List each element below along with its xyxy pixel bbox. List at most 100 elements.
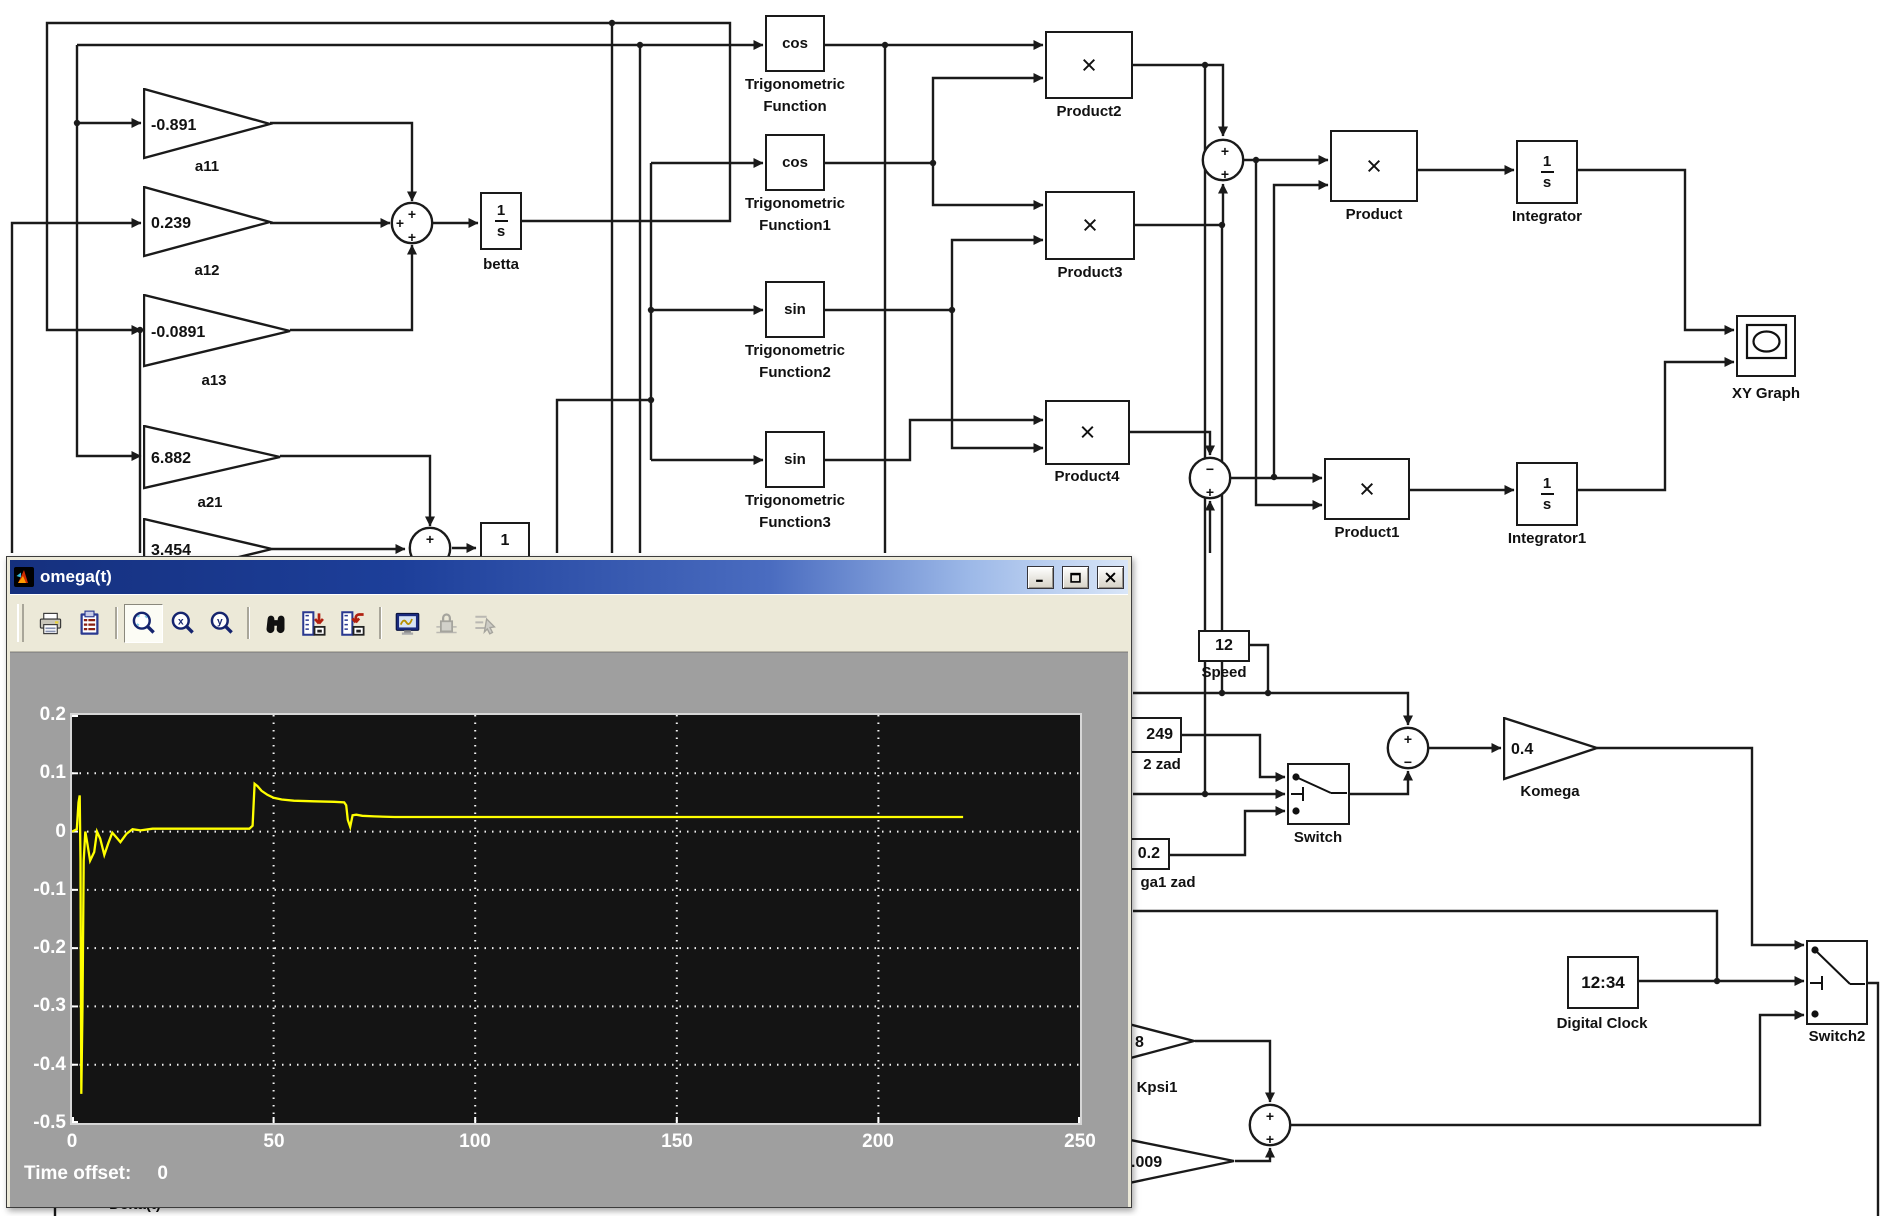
maximize-icon (1070, 572, 1081, 583)
parameters-button[interactable] (70, 604, 109, 643)
numerator: 1 (497, 203, 505, 219)
gain-a13-value: -0.0891 (151, 324, 205, 341)
trig-function1-label: Function1 (759, 217, 831, 234)
zoom-x-button[interactable]: x (163, 604, 202, 643)
minimize-button[interactable] (1027, 566, 1054, 589)
integrator1[interactable]: 1 s (1516, 462, 1578, 526)
switch-block[interactable] (1287, 763, 1350, 825)
gain-a13[interactable]: -0.0891 (143, 294, 293, 368)
lock-axes-button[interactable] (427, 604, 466, 643)
restore-axes-icon (340, 610, 367, 637)
gain-a12-label: a12 (194, 262, 219, 279)
matlab-icon (14, 567, 34, 587)
signal-selection-icon (472, 610, 499, 637)
scope-plot-canvas (72, 715, 1080, 1123)
clock-value: 12:34 (1581, 973, 1624, 993)
product2-block[interactable]: × (1045, 31, 1133, 99)
multiply-icon: × (1359, 474, 1375, 505)
constant-value: 12 (1215, 637, 1233, 655)
y-tick-label: 0 (14, 821, 66, 843)
print-icon (37, 610, 64, 637)
sum-a[interactable]: + + (1200, 137, 1246, 183)
multiply-icon: × (1080, 417, 1096, 448)
autoscale-button[interactable] (256, 604, 295, 643)
y-tick-label: 0.2 (14, 704, 66, 726)
trig-function2-block[interactable]: sin (765, 281, 825, 338)
zoom-y-button[interactable]: y (202, 604, 241, 643)
sum-sign: + (1266, 1131, 1274, 1147)
gain-kpsi1-value: 8 (1135, 1034, 1144, 1051)
fraction-bar (495, 220, 508, 222)
xy-graph-block[interactable] (1736, 315, 1796, 377)
gain-a12[interactable]: 0.239 (143, 186, 273, 258)
zoom-x-icon: x (169, 610, 196, 637)
print-button[interactable] (31, 604, 70, 643)
zoom-button[interactable] (124, 604, 163, 643)
floating-scope-button[interactable] (388, 604, 427, 643)
integrator1-label: Integrator1 (1508, 530, 1586, 547)
trig-function3-block[interactable]: sin (765, 431, 825, 488)
trig-function2-label: Trigonometric (745, 342, 845, 359)
xy-graph-label: XY Graph (1732, 385, 1800, 402)
fraction-bar (1541, 493, 1554, 495)
scope-titlebar[interactable]: omega(t) (10, 560, 1128, 594)
x-tick-label: 150 (647, 1131, 707, 1153)
gain-kpsi1-label: Kpsi1 (1137, 1079, 1178, 1096)
save-axes-button[interactable] (295, 604, 334, 643)
sum-sign: + (1266, 1108, 1274, 1124)
constant-one-block[interactable]: 1 (480, 522, 530, 560)
time-offset-label: Time offset: (24, 1163, 131, 1184)
trig-function-block[interactable]: cos (765, 15, 825, 72)
constant-speed-label: Speed (1201, 664, 1246, 681)
trig-op: cos (782, 154, 808, 171)
integrator-label: Integrator (1512, 208, 1582, 225)
sum-betta[interactable]: + + + (389, 200, 435, 246)
gain-009-value: .009 (1131, 1154, 1162, 1171)
gain-a11[interactable]: -0.891 (143, 88, 273, 160)
scope-client-area: 0.2 0.1 0 -0.1 -0.2 -0.3 -0.4 -0.5 0 50 … (10, 652, 1128, 1207)
product-block[interactable]: × (1330, 130, 1418, 202)
digital-clock-block[interactable]: 12:34 (1567, 956, 1639, 1009)
trig-function1-block[interactable]: cos (765, 134, 825, 191)
scope-window[interactable]: omega(t) (6, 556, 1132, 1208)
svg-text:x: x (178, 616, 184, 627)
trig-function-label: Function (763, 98, 826, 115)
gain-a12-value: 0.239 (151, 215, 191, 232)
sum-b[interactable]: − + (1187, 455, 1233, 501)
switch2-block[interactable] (1806, 940, 1868, 1025)
gain-komega[interactable]: 0.4 (1503, 717, 1600, 781)
switch-label: Switch (1294, 829, 1342, 846)
y-tick-label: 0.1 (14, 762, 66, 784)
integrator[interactable]: 1 s (1516, 140, 1578, 204)
trig-function3-label: Trigonometric (745, 492, 845, 509)
xy-graph-icon (1739, 318, 1794, 375)
sum-d[interactable]: + + (1247, 1102, 1293, 1148)
trig-function2-label: Function2 (759, 364, 831, 381)
product-label: Product (1346, 206, 1403, 223)
fraction-bar (1541, 171, 1554, 173)
trig-function1-label: Trigonometric (745, 195, 845, 212)
restore-axes-button[interactable] (334, 604, 373, 643)
time-offset-value: 0 (157, 1163, 168, 1184)
close-button[interactable] (1097, 566, 1124, 589)
maximize-button[interactable] (1062, 566, 1089, 589)
gain-a21[interactable]: 6.882 (143, 425, 283, 490)
sum-sign: + (1404, 731, 1412, 747)
product4-block[interactable]: × (1045, 400, 1130, 465)
scope-plot-area[interactable] (70, 713, 1082, 1125)
trig-op: sin (784, 451, 806, 468)
gain-a11-value: -0.891 (151, 117, 196, 134)
sum-c[interactable]: + − (1385, 725, 1431, 771)
x-tick-label: 0 (42, 1131, 102, 1153)
product1-block[interactable]: × (1324, 458, 1410, 520)
sum-sign: + (1206, 484, 1214, 500)
product3-block[interactable]: × (1045, 191, 1135, 260)
toolbar-separator (115, 607, 118, 639)
constant-speed[interactable]: 12 (1198, 630, 1250, 662)
sum-sign: − (1404, 754, 1412, 770)
constant-value: 0.2 (1138, 845, 1160, 863)
integrator-betta[interactable]: 1 s (480, 192, 522, 250)
x-tick-label: 250 (1050, 1131, 1110, 1153)
toolbar-grip[interactable] (17, 604, 24, 642)
signal-selection-button[interactable] (466, 604, 505, 643)
